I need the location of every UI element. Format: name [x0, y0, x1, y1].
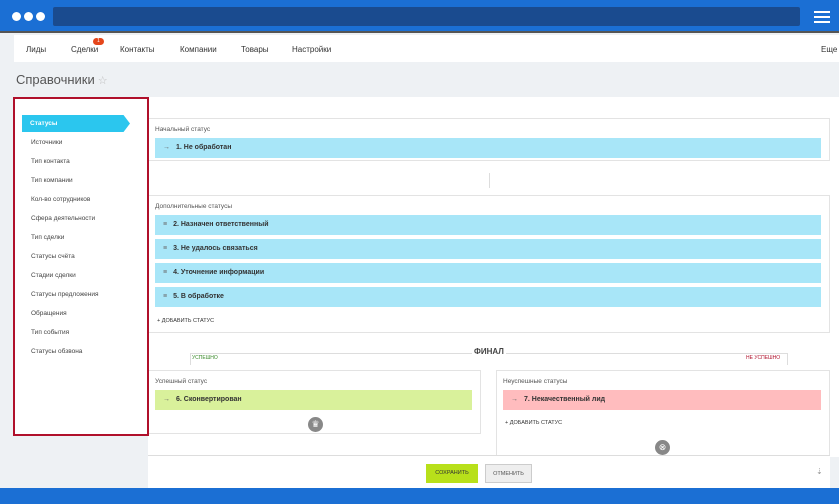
sidebar-item[interactable]: Статусы обзвона: [31, 348, 82, 355]
cancel-circle-icon: ⊗: [655, 440, 670, 455]
status-name: 6. Сконвертирован: [176, 396, 242, 403]
bottom-bar: [0, 488, 839, 504]
main-content: Начальный статус → 1. Не обработан Дополн…: [148, 97, 839, 460]
sidebar-item[interactable]: Тип события: [31, 329, 69, 336]
status-name: 2. Назначен ответственный: [173, 221, 269, 228]
fail-tab: НЕ УСПЕШНО: [746, 355, 781, 361]
deals-badge: 1: [93, 38, 104, 45]
sidebar-item[interactable]: Тип сделки: [31, 234, 64, 241]
sidebar-item[interactable]: Статусы счёта: [31, 253, 75, 260]
sidebar-item[interactable]: Статусы предложения: [31, 291, 99, 298]
page-title: Справочники ☆: [16, 72, 108, 87]
nav-settings[interactable]: Настройки: [292, 45, 331, 54]
sidebar-item[interactable]: Источники: [31, 139, 62, 146]
success-tab: УСПЕШНО: [192, 355, 218, 361]
sidebar: Статусы Источники Тип контакта Тип компа…: [13, 97, 149, 436]
nav-contacts[interactable]: Контакты: [120, 45, 155, 54]
sidebar-item[interactable]: Сфера деятельности: [31, 215, 95, 222]
initial-status-card: Начальный статус → 1. Не обработан: [148, 118, 830, 161]
sidebar-item-statuses[interactable]: Статусы: [22, 115, 130, 132]
status-name: 1. Не обработан: [176, 144, 232, 151]
success-card: Успешный статус → 6. Сконвертирован ♛: [148, 370, 481, 434]
initial-status-label: Начальный статус: [155, 126, 211, 133]
main-nav: Лиды Сделки Контакты Компании Товары Нас…: [14, 35, 839, 62]
nav-companies[interactable]: Компании: [180, 45, 217, 54]
status-row[interactable]: → 1. Не обработан: [155, 138, 821, 158]
sidebar-item[interactable]: Обращения: [31, 310, 67, 317]
extra-statuses-label: Дополнительные статусы: [155, 203, 233, 210]
sidebar-item[interactable]: Тип контакта: [31, 158, 70, 165]
drag-handle-icon[interactable]: ≡: [163, 221, 167, 228]
trophy-icon: ♛: [308, 417, 323, 432]
page-title-text: Справочники: [16, 72, 95, 87]
add-fail-status-link[interactable]: + ДОБАВИТЬ СТАТУС: [505, 420, 562, 426]
sidebar-item[interactable]: Тип компании: [31, 177, 73, 184]
save-button[interactable]: СОХРАНИТЬ: [426, 464, 478, 483]
arrow-icon: →: [163, 144, 170, 151]
status-row[interactable]: → 7. Некачественный лид: [503, 390, 821, 410]
add-status-link[interactable]: + ДОБАВИТЬ СТАТУС: [157, 318, 214, 324]
fail-label: Неуспешные статусы: [503, 378, 568, 385]
star-icon[interactable]: ☆: [98, 75, 108, 87]
drag-handle-icon[interactable]: ≡: [163, 269, 167, 276]
status-name: 5. В обработке: [173, 293, 224, 300]
drag-handle-icon[interactable]: ≡: [163, 245, 167, 252]
pin-icon[interactable]: ⇣: [816, 467, 823, 476]
menu-icon[interactable]: [814, 11, 830, 23]
arrow-icon: →: [163, 396, 170, 403]
status-row[interactable]: ≡ 3. Не удалось связаться: [155, 239, 821, 259]
top-bar: [0, 0, 839, 33]
nav-deals[interactable]: Сделки: [71, 45, 98, 54]
nav-more[interactable]: Еще: [821, 45, 837, 54]
status-row[interactable]: ≡ 5. В обработке: [155, 287, 821, 307]
search-input[interactable]: [53, 7, 800, 26]
sidebar-item[interactable]: Кол-во сотрудников: [31, 196, 90, 203]
status-row[interactable]: ≡ 4. Уточнение информации: [155, 263, 821, 283]
status-row[interactable]: → 6. Сконвертирован: [155, 390, 472, 410]
divider: [489, 173, 490, 188]
nav-products[interactable]: Товары: [241, 45, 269, 54]
status-row[interactable]: ≡ 2. Назначен ответственный: [155, 215, 821, 235]
success-label: Успешный статус: [155, 378, 208, 385]
footer-bar: СОХРАНИТЬ ОТМЕНИТЬ ⇣: [148, 455, 830, 488]
arrow-icon: →: [511, 396, 518, 403]
nav-leads[interactable]: Лиды: [26, 45, 46, 54]
status-name: 7. Некачественный лид: [524, 396, 606, 403]
cancel-button[interactable]: ОТМЕНИТЬ: [485, 464, 532, 483]
fail-card: Неуспешные статусы → 7. Некачественный ли…: [496, 370, 830, 460]
status-name: 3. Не удалось связаться: [173, 245, 258, 252]
status-name: 4. Уточнение информации: [173, 269, 265, 276]
final-title: ФИНАЛ: [472, 347, 506, 356]
sidebar-item[interactable]: Стадии сделки: [31, 272, 76, 279]
drag-handle-icon[interactable]: ≡: [163, 293, 167, 300]
logo-dots-icon: [12, 12, 45, 21]
extra-statuses-card: Дополнительные статусы ≡ 2. Назначен отве…: [148, 195, 830, 333]
